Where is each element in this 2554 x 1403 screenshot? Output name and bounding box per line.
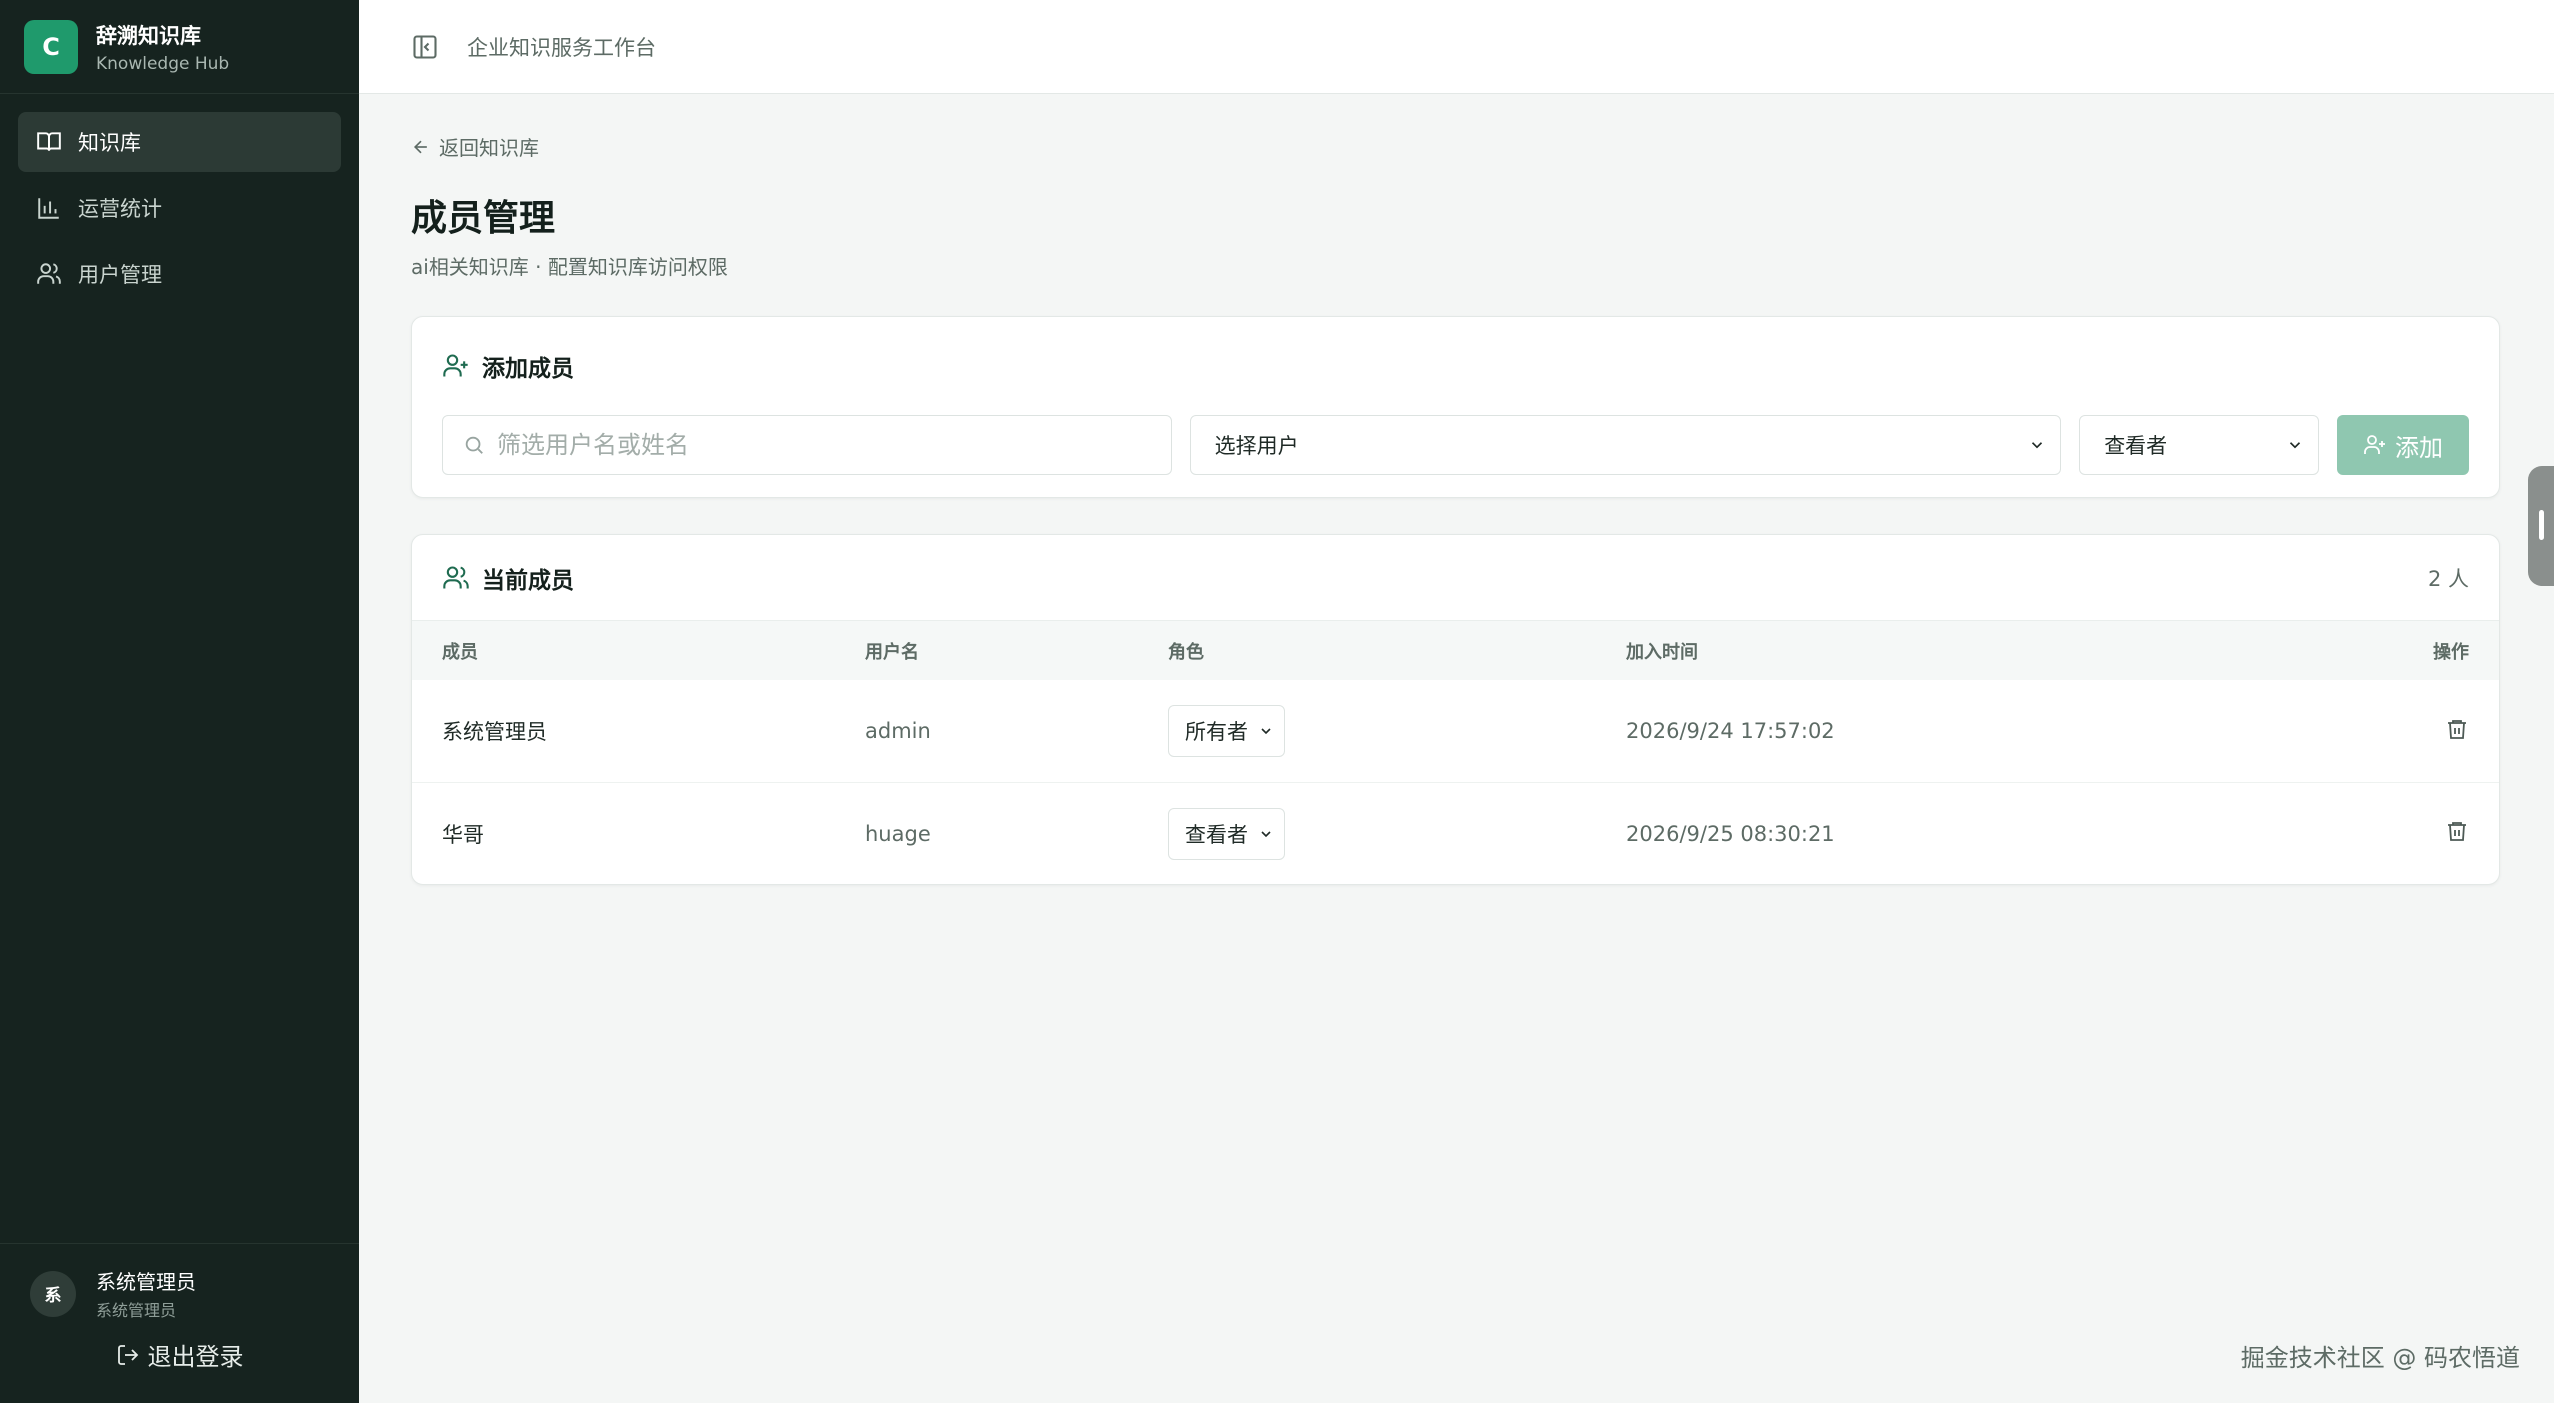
user-filter-input[interactable] [497, 431, 1137, 459]
member-name: 系统管理员 [442, 720, 547, 744]
brand-logo: C [24, 19, 78, 74]
select-user-value: 选择用户 [1214, 434, 1299, 458]
watermark: 掘金技术社区 @ 码农悟道 [2240, 1344, 2520, 1372]
sidebar-item-user-management[interactable]: 用户管理 [18, 244, 341, 304]
member-role-value: 所有者 [1185, 720, 1248, 744]
member-name: 华哥 [442, 822, 484, 847]
current-members-header: 当前成员 2 人 [412, 535, 2499, 620]
add-member-button[interactable]: 添加 [2337, 415, 2469, 475]
chevron-down-icon [2289, 442, 2301, 449]
sidebar-item-label: 知识库 [78, 131, 141, 155]
book-icon [37, 132, 61, 151]
member-count: 2 人 [2427, 566, 2469, 591]
chevron-down-icon [1261, 728, 1271, 735]
add-member-header: 添加成员 [442, 317, 2469, 415]
brand: C 辞溯知识库 Knowledge Hub [0, 0, 359, 94]
users-icon [37, 263, 61, 284]
logout-label: 退出登录 [147, 1343, 244, 1371]
select-user-dropdown[interactable]: 选择用户 [1189, 415, 2062, 475]
trash-icon [2448, 719, 2466, 739]
main-content: 返回知识库 成员管理 ai相关知识库 · 配置知识库访问权限 添加成员 选择用户… [411, 94, 2500, 885]
user-plus-icon [2364, 435, 2386, 454]
current-members-card: 当前成员 2 人 成员 用户名 角色 加入时间 操作 系统管理员 admin 所… [411, 534, 2500, 885]
current-members-title: 当前成员 [482, 567, 574, 594]
side-scroll-handle[interactable] [2528, 466, 2554, 586]
user-filter-box[interactable] [442, 415, 1172, 475]
page-subtitle: ai相关知识库 · 配置知识库访问权限 [411, 255, 728, 279]
column-header-action: 操作 [2433, 641, 2469, 663]
member-joined-time: 2026/9/25 08:30:21 [1626, 821, 1835, 846]
avatar: 系 [30, 1270, 76, 1317]
select-role-dropdown[interactable]: 查看者 [2079, 415, 2320, 475]
column-header-username: 用户名 [865, 641, 919, 663]
users-icon [443, 565, 469, 588]
current-members-title-group: 当前成员 [442, 561, 574, 595]
sidebar-item-label: 运营统计 [78, 197, 162, 221]
member-username: huage [865, 821, 931, 846]
back-to-knowledge-base-link[interactable]: 返回知识库 [411, 132, 2500, 161]
arrow-left-icon [413, 140, 427, 153]
chevron-down-icon [1261, 830, 1271, 837]
member-username: admin [865, 719, 931, 743]
user-name: 系统管理员 [96, 1270, 196, 1294]
member-role-cell: 查看者 [1168, 807, 1626, 860]
member-role-select[interactable]: 查看者 [1168, 807, 1285, 860]
user-info: 系统管理员 系统管理员 [96, 1266, 196, 1321]
back-link-label: 返回知识库 [439, 136, 539, 160]
logout-button[interactable]: 退出登录 [0, 1337, 359, 1372]
chevron-down-icon [2032, 442, 2043, 449]
page-title: 成员管理 [411, 198, 556, 239]
members-table-body: 系统管理员 admin 所有者 2026/9/24 17:57:02 华哥 hu… [412, 680, 2499, 884]
add-button-label: 添加 [2395, 433, 2444, 462]
sidebar-item-operations-stats[interactable]: 运营统计 [18, 178, 341, 238]
select-role-value: 查看者 [2104, 434, 2168, 458]
workspace-title: 企业知识服务工作台 [467, 35, 656, 60]
table-row: 华哥 huage 查看者 2026/9/25 08:30:21 [412, 782, 2499, 884]
remove-member-button[interactable] [2409, 717, 2469, 746]
member-role-cell: 所有者 [1168, 705, 1626, 757]
brand-text: 辞溯知识库 Knowledge Hub [96, 20, 229, 74]
brand-subtitle: Knowledge Hub [96, 53, 230, 74]
sidebar-item-knowledge-base[interactable]: 知识库 [18, 112, 341, 172]
add-member-title: 添加成员 [482, 356, 574, 382]
logout-icon [117, 1344, 138, 1365]
member-role-value: 查看者 [1185, 822, 1248, 847]
table-row: 系统管理员 admin 所有者 2026/9/24 17:57:02 [412, 680, 2499, 782]
sidebar: C 辞溯知识库 Knowledge Hub 知识库 运营统计 用户管理 系 系统… [0, 0, 359, 1403]
user-plus-icon [443, 354, 468, 377]
add-member-card: 添加成员 选择用户 查看者 添加 [411, 316, 2500, 498]
add-member-form: 选择用户 查看者 添加 [442, 415, 2469, 475]
column-header-role: 角色 [1168, 641, 1204, 663]
trash-icon [2448, 822, 2466, 841]
bar-chart-icon [38, 198, 59, 219]
sidebar-nav: 知识库 运营统计 用户管理 [0, 94, 359, 304]
brand-title: 辞溯知识库 [96, 23, 201, 48]
column-header-member: 成员 [442, 641, 478, 663]
user-role: 系统管理员 [96, 1301, 177, 1320]
current-user: 系 系统管理员 系统管理员 [0, 1244, 359, 1321]
members-table-header: 成员 用户名 角色 加入时间 操作 [412, 620, 2499, 680]
sidebar-item-label: 用户管理 [78, 263, 162, 287]
member-role-select[interactable]: 所有者 [1168, 705, 1285, 757]
column-header-joined: 加入时间 [1626, 641, 1698, 663]
sidebar-footer: 系 系统管理员 系统管理员 退出登录 [0, 1243, 359, 1403]
sidebar-toggle-icon[interactable] [411, 33, 439, 61]
member-joined-time: 2026/9/24 17:57:02 [1626, 719, 1835, 743]
search-icon [465, 436, 483, 454]
remove-member-button[interactable] [2409, 819, 2469, 848]
top-bar: 企业知识服务工作台 [359, 0, 2554, 94]
